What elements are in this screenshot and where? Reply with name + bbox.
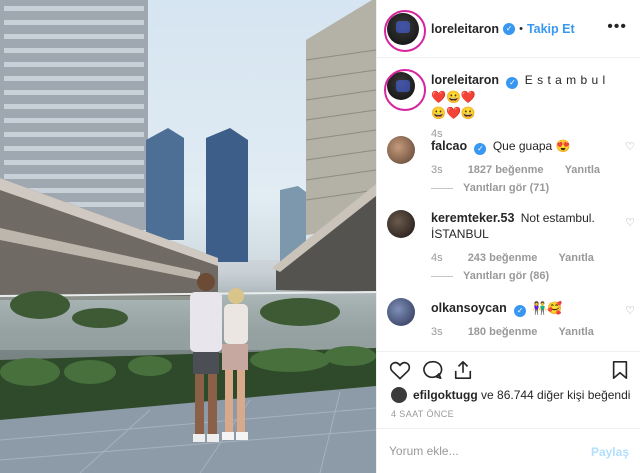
reply-button[interactable]: Yanıtla	[558, 326, 593, 338]
verified-badge-icon: ✓	[503, 22, 516, 35]
add-comment-bar: Paylaş	[377, 428, 640, 473]
caption-username[interactable]: loreleitaron	[431, 73, 499, 87]
comment-like-heart-icon[interactable]: ♡	[625, 140, 635, 153]
comment-time[interactable]: 3s	[431, 326, 443, 338]
comment-meta: 3s 180 beğenme Yanıtla	[431, 326, 594, 338]
photo-scene	[0, 0, 376, 473]
author-avatar[interactable]	[384, 9, 426, 52]
comment-likes[interactable]: 1827 beğenme	[468, 164, 544, 176]
liker-avatar[interactable]	[391, 387, 407, 403]
heart-icon[interactable]	[389, 360, 411, 380]
post-side-panel: loreleitaron ✓ • Takip Et ••• loreleitar…	[376, 0, 640, 473]
comment-like-heart-icon[interactable]: ♡	[625, 216, 635, 229]
liker-username[interactable]: efilgoktugg	[413, 388, 478, 402]
comment-item: falcao ✓ Que guapa 😍 ♡ 3s 1827 beğenme Y…	[387, 136, 637, 196]
post-comment-button[interactable]: Paylaş	[591, 445, 629, 459]
comment-body: 👫🥰	[532, 301, 563, 315]
verified-badge-icon: ✓	[474, 143, 487, 155]
comment-avatar[interactable]	[387, 210, 415, 238]
follow-button[interactable]: Takip Et	[527, 22, 575, 36]
share-icon[interactable]	[453, 360, 473, 380]
comment-item: keremteker.53 Not estambul. İSTANBUL ♡ 4…	[387, 210, 637, 286]
comment-time[interactable]: 3s	[431, 164, 443, 176]
likes-count-text[interactable]: ve 86.744 diğer kişi beğendi	[478, 388, 630, 402]
comment-text: olkansoycan ✓ 👫🥰	[431, 300, 621, 317]
reply-button[interactable]: Yanıtla	[565, 164, 600, 176]
verified-badge-icon: ✓	[506, 77, 519, 89]
view-replies-button[interactable]: Yanıtları gör (86)	[431, 270, 549, 282]
verified-badge-icon: ✓	[514, 305, 527, 317]
comment-like-heart-icon[interactable]: ♡	[625, 304, 635, 317]
view-replies-button[interactable]: Yanıtları gör (71)	[431, 182, 549, 194]
post-timestamp[interactable]: 4 SAAT ÖNCE	[391, 409, 454, 419]
likes-summary: efilgoktugg ve 86.744 diğer kişi beğendi	[391, 387, 630, 403]
comment-text: falcao ✓ Que guapa 😍	[431, 138, 621, 155]
comment-meta: 4s 243 beğenme Yanıtla	[431, 252, 594, 264]
comment-avatar[interactable]	[387, 298, 415, 326]
reply-button[interactable]: Yanıtla	[558, 252, 593, 264]
comment-body: Que guapa 😍	[492, 139, 571, 153]
comment-likes[interactable]: 243 beğenme	[468, 252, 538, 264]
comment-username[interactable]: olkansoycan	[431, 301, 507, 315]
comment-icon[interactable]	[421, 360, 443, 380]
caption-emojis-2: 😀❤️😀	[431, 106, 476, 120]
more-options-icon[interactable]: •••	[607, 18, 627, 36]
header-info: loreleitaron ✓ • Takip Et	[431, 22, 575, 36]
caption-body: E s t a m b u l	[524, 73, 606, 87]
author-username[interactable]: loreleitaron	[431, 22, 499, 36]
comment-avatar[interactable]	[387, 136, 415, 164]
comments-list[interactable]: loreleitaron ✓ E s t a m b u l ❤️😀❤️ 😀❤️…	[377, 58, 640, 350]
caption-emojis-1: ❤️😀❤️	[431, 90, 476, 104]
comment-likes[interactable]: 180 beğenme	[468, 326, 538, 338]
comment-username[interactable]: falcao	[431, 139, 467, 153]
post-photo[interactable]	[0, 0, 376, 473]
comment-item: olkansoycan ✓ 👫🥰 ♡ 3s 180 beğenme Yanıtl…	[387, 298, 637, 348]
caption-text: loreleitaron ✓ E s t a m b u l ❤️😀❤️ 😀❤️…	[431, 72, 621, 121]
comment-time[interactable]: 4s	[431, 252, 443, 264]
comment-username[interactable]: keremteker.53	[431, 211, 514, 225]
header-separator: •	[519, 22, 523, 35]
caption-avatar[interactable]	[384, 69, 426, 111]
caption: loreleitaron ✓ E s t a m b u l ❤️😀❤️ 😀❤️…	[384, 69, 637, 140]
comment-text: keremteker.53 Not estambul. İSTANBUL	[431, 210, 621, 242]
bookmark-icon[interactable]	[611, 360, 629, 380]
comment-meta: 3s 1827 beğenme Yanıtla	[431, 164, 600, 176]
post-header: loreleitaron ✓ • Takip Et •••	[377, 0, 640, 58]
comment-input[interactable]	[389, 439, 569, 463]
post-actions	[377, 351, 640, 387]
